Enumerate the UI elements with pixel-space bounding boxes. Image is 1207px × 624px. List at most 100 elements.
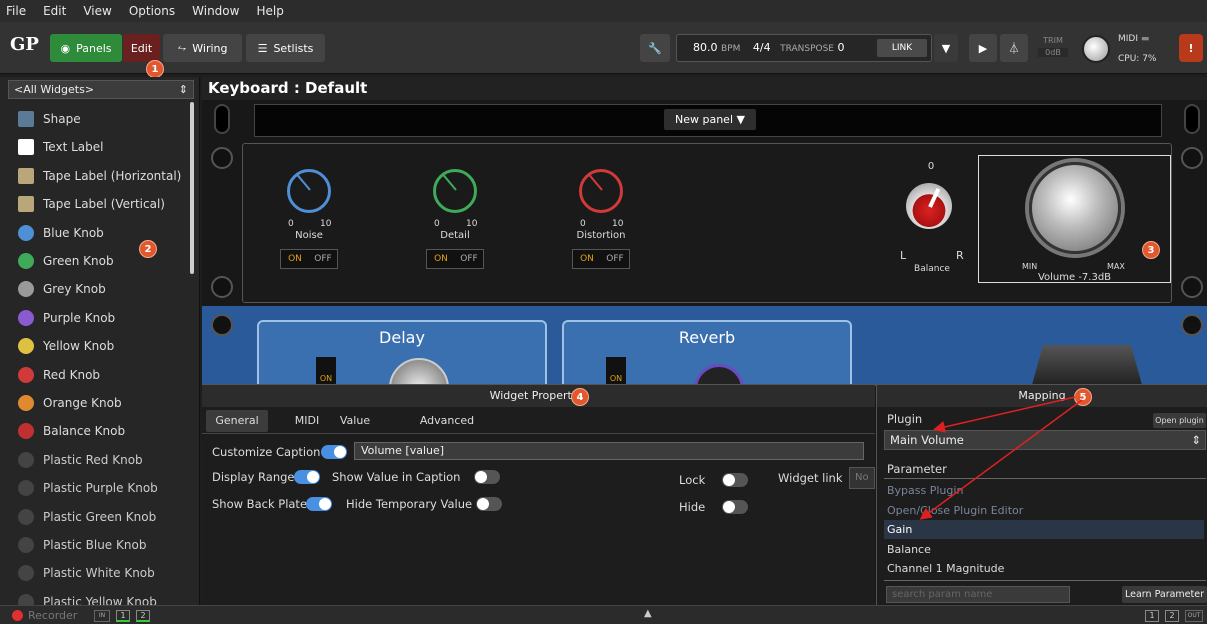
fader-cap[interactable]: [1032, 345, 1142, 385]
plugin-select[interactable]: Main Volume ⇕: [884, 430, 1206, 450]
time-signature[interactable]: 4/4: [753, 41, 771, 54]
parameter-item[interactable]: Channel 1 Magnitude: [887, 559, 1207, 578]
page-title: Keyboard : Default: [202, 77, 1207, 100]
widget-list-item[interactable]: Plastic Purple Knob: [0, 474, 190, 502]
play-button[interactable]: ▶: [969, 34, 997, 62]
widget-list-item[interactable]: Tape Label (Horizontal): [0, 162, 190, 190]
widget-link-select[interactable]: No: [849, 467, 875, 489]
widget-type-icon: [18, 338, 34, 355]
parameter-item[interactable]: Bypass Plugin: [887, 481, 1207, 500]
left-handle[interactable]: [214, 104, 230, 134]
expand-up-icon[interactable]: ▲: [644, 608, 652, 619]
wiring-button[interactable]: ⥊ Wiring: [163, 34, 242, 62]
sidebar-scrollbar[interactable]: [190, 102, 194, 274]
panels-label: Panels: [76, 41, 112, 55]
on-off-switch[interactable]: ON OFF: [280, 249, 338, 269]
show-value-toggle[interactable]: [474, 470, 500, 484]
widget-list-item-label: Yellow Knob: [43, 339, 115, 354]
tab-general[interactable]: General: [206, 410, 268, 432]
scale-zero: 0: [434, 219, 440, 229]
scale-ten: 10: [466, 219, 478, 229]
widget-list-item[interactable]: Orange Knob: [0, 389, 190, 417]
customize-caption-toggle[interactable]: [321, 445, 347, 459]
output-meter-label: OUT: [1185, 610, 1203, 622]
transpose-value[interactable]: 0: [837, 41, 844, 54]
bpm-value[interactable]: 80.0: [693, 41, 718, 54]
widget-list-item[interactable]: Purple Knob: [0, 304, 190, 332]
caption-input[interactable]: Volume [value]: [354, 442, 864, 460]
right-handle[interactable]: [1184, 104, 1200, 134]
tempo-dropdown[interactable]: ▼: [934, 34, 958, 62]
rack-screw: [211, 276, 233, 298]
menu-view[interactable]: View: [83, 4, 111, 18]
widget-type-icon: [18, 224, 34, 241]
widget-list-item[interactable]: Plastic Red Knob: [0, 446, 190, 474]
recorder-button[interactable]: [12, 610, 23, 621]
menu-options[interactable]: Options: [129, 4, 175, 18]
hide-temp-toggle[interactable]: [476, 497, 502, 511]
trim-control[interactable]: TRIM 0dB: [1038, 36, 1068, 62]
widget-list-item[interactable]: Tape Label (Vertical): [0, 190, 190, 218]
show-back-plate-toggle[interactable]: [306, 497, 332, 511]
display-range-toggle[interactable]: [294, 470, 320, 484]
widget-list-item[interactable]: Shape: [0, 105, 190, 133]
setlists-icon: ☰: [257, 41, 268, 55]
on-off-switch[interactable]: ON OFF: [426, 249, 484, 269]
widget-list-item[interactable]: Blue Knob: [0, 219, 190, 247]
balance-caption: Balance: [914, 264, 950, 274]
show-value-label: Show Value in Caption: [332, 470, 461, 484]
delay-switch[interactable]: ON: [316, 357, 336, 387]
widget-list-item[interactable]: Red Knob: [0, 361, 190, 389]
widget-list-item[interactable]: Green Knob: [0, 247, 190, 275]
widget-list-item[interactable]: Balance Knob: [0, 417, 190, 445]
widget-list-item[interactable]: Plastic White Knob: [0, 559, 190, 587]
panels-button[interactable]: ◉ Panels: [50, 34, 122, 62]
widget-filter-value: <All Widgets>: [14, 83, 95, 96]
widget-list-item-label: Plastic Green Knob: [43, 509, 157, 524]
link-button[interactable]: LINK: [877, 39, 927, 57]
widget-type-icon: [18, 309, 34, 326]
learn-parameter-button[interactable]: Learn Parameter: [1122, 586, 1207, 603]
parameter-item[interactable]: Open/Close Plugin Editor: [887, 501, 1207, 520]
widget-list-item[interactable]: Grey Knob: [0, 275, 190, 303]
reverb-switch[interactable]: ON: [606, 357, 626, 387]
metronome-button[interactable]: ⏃: [1000, 34, 1028, 62]
tab-advanced[interactable]: Advanced: [417, 410, 477, 432]
parameter-item[interactable]: Balance: [887, 540, 1207, 559]
on-off-switch[interactable]: ON OFF: [572, 249, 630, 269]
widget-list-item[interactable]: Yellow Knob: [0, 332, 190, 360]
volume-min-label: MIN: [1022, 262, 1038, 271]
wrench-button[interactable]: 🔧: [640, 34, 670, 62]
new-panel-dropdown[interactable]: New panel ▼: [664, 109, 756, 130]
widget-filter-select[interactable]: <All Widgets> ⇕: [8, 80, 194, 99]
effect-knob[interactable]: [433, 169, 477, 213]
effect-knob[interactable]: [287, 169, 331, 213]
widget-list-item-label: Purple Knob: [43, 310, 116, 325]
effect-knob[interactable]: [579, 169, 623, 213]
wiring-icon: ⥊: [177, 41, 187, 54]
cpu-display: CPU: 7%: [1118, 54, 1157, 64]
master-volume-knob[interactable]: [1082, 35, 1110, 63]
widget-list-item[interactable]: Plastic Green Knob: [0, 503, 190, 531]
menu-window[interactable]: Window: [192, 4, 239, 18]
widget-list-item[interactable]: Text Label: [0, 133, 190, 161]
input-meter-label: IN: [94, 610, 110, 622]
lock-toggle[interactable]: [722, 473, 748, 487]
menu-edit[interactable]: Edit: [43, 4, 66, 18]
menu-file[interactable]: File: [6, 4, 26, 18]
open-plugin-button[interactable]: Open plugin: [1153, 413, 1206, 428]
parameter-item[interactable]: Gain: [884, 520, 1204, 539]
param-search-input[interactable]: search param name: [886, 586, 1070, 603]
tab-midi[interactable]: MIDI: [282, 410, 332, 432]
menu-help[interactable]: Help: [256, 4, 283, 18]
volume-knob[interactable]: [1029, 162, 1121, 254]
hide-toggle[interactable]: [722, 500, 748, 514]
alert-button[interactable]: !: [1179, 34, 1203, 62]
rack-screw: [211, 314, 233, 336]
tab-value[interactable]: Value: [330, 410, 380, 432]
balance-pointer: [928, 188, 941, 208]
balance-knob[interactable]: [906, 183, 952, 229]
widget-list-item[interactable]: Plastic Blue Knob: [0, 531, 190, 559]
edit-button[interactable]: Edit: [123, 34, 160, 62]
setlists-button[interactable]: ☰ Setlists: [246, 34, 325, 62]
